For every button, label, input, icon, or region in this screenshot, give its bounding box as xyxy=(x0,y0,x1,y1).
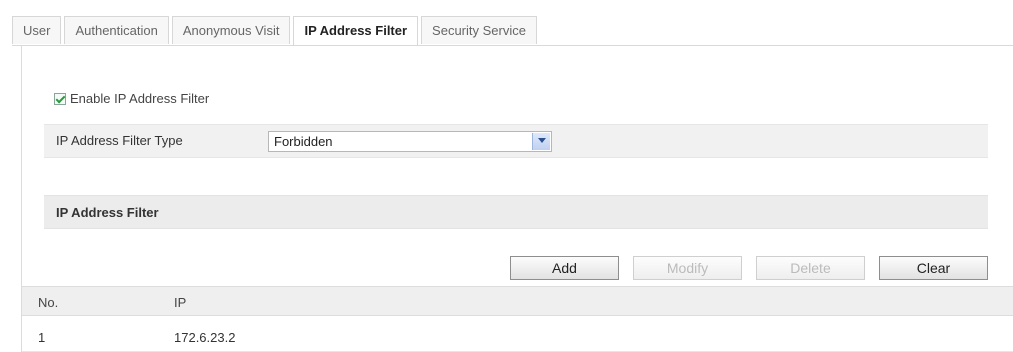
enable-ip-filter-row: Enable IP Address Filter xyxy=(54,91,209,106)
filter-type-row: IP Address Filter Type Forbidden xyxy=(44,124,988,158)
ip-filter-section-header: IP Address Filter xyxy=(44,195,988,229)
table-row[interactable]: 1 172.6.23.2 xyxy=(22,322,1013,352)
tab-bar: User Authentication Anonymous Visit IP A… xyxy=(12,16,540,46)
tab-user[interactable]: User xyxy=(12,16,62,44)
chevron-down-icon[interactable] xyxy=(532,133,550,150)
tab-anonymous-visit[interactable]: Anonymous Visit xyxy=(171,16,291,44)
row-number: 1 xyxy=(38,330,46,345)
column-header-ip: IP xyxy=(174,295,187,310)
filter-type-value: Forbidden xyxy=(274,134,333,149)
clear-button[interactable]: Clear xyxy=(879,256,988,280)
filter-type-select[interactable]: Forbidden xyxy=(268,131,552,152)
add-button[interactable]: Add xyxy=(510,256,619,280)
tab-authentication[interactable]: Authentication xyxy=(64,16,169,44)
tab-ip-address-filter[interactable]: IP Address Filter xyxy=(293,16,419,46)
section-title: IP Address Filter xyxy=(56,205,159,220)
enable-ip-filter-label: Enable IP Address Filter xyxy=(70,91,210,106)
modify-button[interactable]: Modify xyxy=(633,256,742,280)
ip-address-filter-panel: Enable IP Address Filter IP Address Filt… xyxy=(21,46,1013,352)
delete-button[interactable]: Delete xyxy=(756,256,865,280)
enable-ip-filter-checkbox[interactable] xyxy=(54,92,66,105)
tab-security-service[interactable]: Security Service xyxy=(421,16,537,44)
row-ip-address: 172.6.23.2 xyxy=(174,330,236,345)
column-header-no: No. xyxy=(38,295,59,310)
filter-type-label: IP Address Filter Type xyxy=(56,133,183,148)
ip-table-header: No. IP xyxy=(22,286,1013,316)
